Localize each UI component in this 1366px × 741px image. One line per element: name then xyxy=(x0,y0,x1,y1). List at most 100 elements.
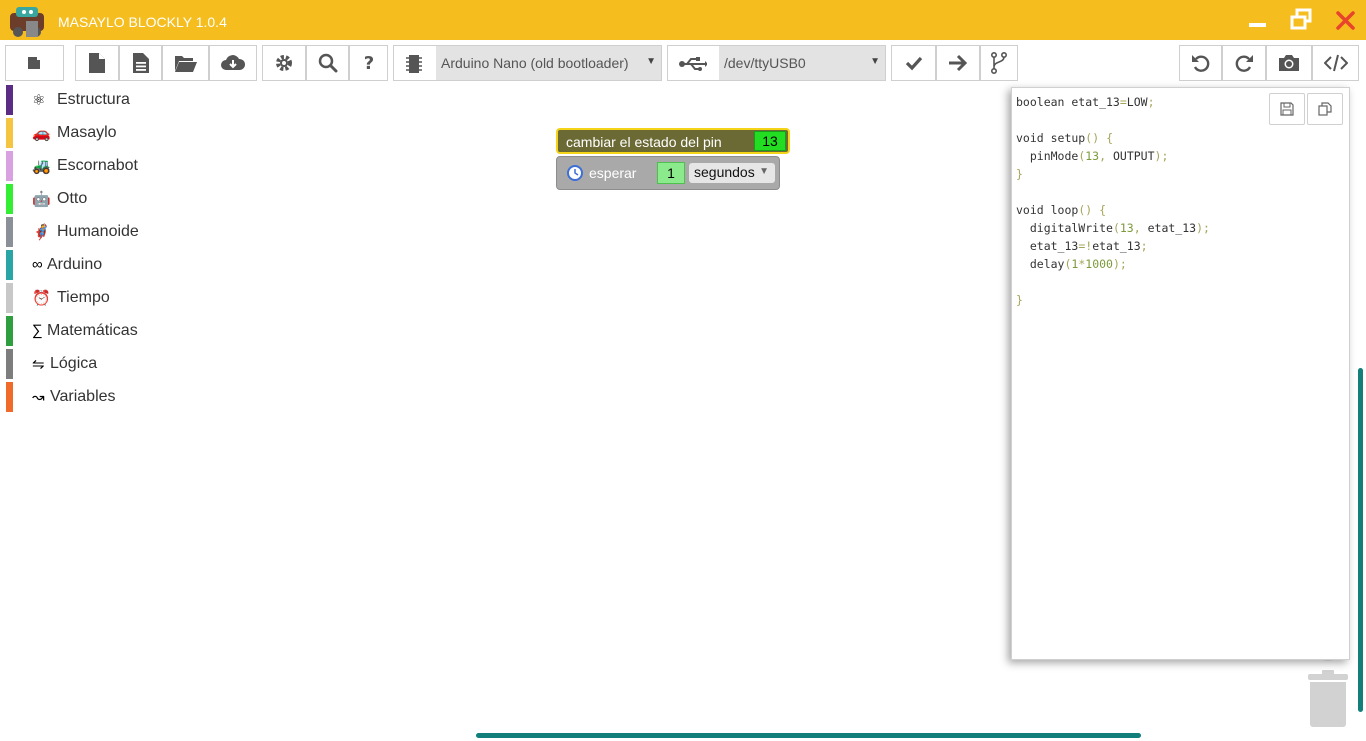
search-button[interactable] xyxy=(306,45,349,81)
undo-icon xyxy=(1191,55,1209,72)
robot-icon: 🤖 xyxy=(32,191,51,208)
category-color-bar xyxy=(6,217,13,247)
pin-number-field[interactable]: 13 xyxy=(754,131,786,151)
category-color-bar xyxy=(6,151,13,181)
arrows-icon: ⇋ xyxy=(32,356,45,373)
help-button[interactable]: ? xyxy=(349,45,388,81)
category-color-bar xyxy=(6,184,13,214)
copy-icon xyxy=(1318,102,1332,116)
category-label: Tiempo xyxy=(57,289,110,306)
category-label: Humanoide xyxy=(57,223,139,240)
category-label: Estructura xyxy=(57,91,130,108)
sigma-icon: ∑ xyxy=(32,322,43,339)
category-masaylo[interactable]: 🚗 Masaylo xyxy=(0,118,200,148)
copy-code-button[interactable] xyxy=(1307,93,1343,125)
wait-label: esperar xyxy=(589,165,637,181)
category-humanoide[interactable]: 🦸 Humanoide xyxy=(0,217,200,247)
category-color-bar xyxy=(6,250,13,280)
blocks-button[interactable] xyxy=(5,45,64,81)
code-line: delay(1*1000); xyxy=(1016,257,1127,271)
undo-button[interactable] xyxy=(1179,45,1222,81)
chevron-down-icon: ▼ xyxy=(646,56,656,67)
category-arduino[interactable]: ∞ Arduino xyxy=(0,250,200,280)
wait-value-field[interactable]: 1 xyxy=(657,162,685,184)
close-icon xyxy=(1336,11,1355,30)
app-title: MASAYLO BLOCKLY 1.0.4 xyxy=(58,14,227,30)
minimize-icon xyxy=(1249,23,1266,27)
close-button[interactable] xyxy=(1331,6,1361,36)
robot-logo-icon xyxy=(10,7,44,37)
category-tiempo[interactable]: ⏰ Tiempo xyxy=(0,283,200,313)
category-escornabot[interactable]: 🚜 Escornabot xyxy=(0,151,200,181)
blocks-icon xyxy=(27,57,40,69)
restore-button[interactable] xyxy=(1287,6,1317,36)
category-variables[interactable]: ↝ Variables xyxy=(0,382,200,412)
search-icon xyxy=(318,53,337,73)
screenshot-button[interactable] xyxy=(1266,45,1312,81)
toggle-pin-block[interactable]: cambiar el estado del pin 13 xyxy=(556,128,790,154)
category-label: Arduino xyxy=(47,256,103,273)
vertical-scrollbar[interactable] xyxy=(1358,368,1363,712)
new-file-button[interactable] xyxy=(75,45,119,81)
category-label: Otto xyxy=(57,190,88,207)
cloud-download-icon xyxy=(221,55,246,70)
category-color-bar xyxy=(6,349,13,379)
category-color-bar xyxy=(6,316,13,346)
cloud-download-button[interactable] xyxy=(209,45,257,81)
code-line: } xyxy=(1016,293,1023,307)
category-logica[interactable]: ⇋ Lógica xyxy=(0,349,200,379)
gear-icon xyxy=(276,55,292,71)
settings-button[interactable] xyxy=(262,45,306,81)
toggle-pin-label: cambiar el estado del pin xyxy=(566,134,722,150)
new-file-icon xyxy=(89,53,105,73)
chip-icon xyxy=(406,55,422,73)
usb-icon xyxy=(679,57,707,71)
trash-icon[interactable] xyxy=(1306,670,1350,728)
horizontal-scrollbar[interactable] xyxy=(476,733,1141,738)
category-estructura[interactable]: ⚛ Estructura xyxy=(0,85,200,115)
clock-icon xyxy=(567,165,583,181)
category-color-bar xyxy=(6,85,13,115)
save-icon xyxy=(1280,102,1294,116)
port-select-value: /dev/ttyUSB0 xyxy=(724,55,806,71)
category-color-bar xyxy=(6,382,13,412)
category-color-bar xyxy=(6,283,13,313)
save-code-button[interactable] xyxy=(1269,93,1305,125)
open-folder-icon xyxy=(174,56,197,72)
restore-icon xyxy=(1290,8,1312,30)
category-color-bar xyxy=(6,118,13,148)
category-matematicas[interactable]: ∑ Matemáticas xyxy=(0,316,200,346)
code-line: pinMode(13, OUTPUT); xyxy=(1016,149,1169,163)
svg-text:?: ? xyxy=(363,53,373,73)
code-line: etat_13=!etat_13; xyxy=(1016,239,1148,253)
minimize-button[interactable] xyxy=(1243,6,1273,36)
wave-arrow-icon: ↝ xyxy=(32,389,45,406)
car-icon: 🚗 xyxy=(32,125,51,142)
category-label: Masaylo xyxy=(57,124,117,141)
check-icon xyxy=(905,56,922,71)
chevron-down-icon: ▼ xyxy=(759,166,769,177)
code-toggle-button[interactable] xyxy=(1312,45,1359,81)
open-folder-button[interactable] xyxy=(162,45,209,81)
redo-button[interactable] xyxy=(1222,45,1266,81)
port-select[interactable]: /dev/ttyUSB0 ▼ xyxy=(667,45,886,81)
board-select[interactable]: Arduino Nano (old bootloader) ▼ xyxy=(393,45,662,81)
time-unit-value: segundos xyxy=(694,164,755,180)
atom-icon: ⚛ xyxy=(32,92,46,109)
category-label: Escornabot xyxy=(57,157,138,174)
toolbar: ? Arduino Nano (old bootloader) ▼ /dev/t… xyxy=(0,44,1366,82)
wait-block[interactable]: esperar 1 segundos ▼ xyxy=(556,156,780,190)
git-branch-button[interactable] xyxy=(980,45,1018,81)
code-line: void setup() { xyxy=(1016,131,1113,145)
category-label: Matemáticas xyxy=(47,322,138,339)
time-unit-dropdown[interactable]: segundos ▼ xyxy=(689,163,775,183)
upload-button[interactable] xyxy=(936,45,980,81)
category-label: Lógica xyxy=(50,355,98,372)
tractor-icon: 🚜 xyxy=(32,158,51,175)
category-otto[interactable]: 🤖 Otto xyxy=(0,184,200,214)
code-view: boolean etat_13=LOW; void setup() { pinM… xyxy=(1016,93,1210,309)
camera-icon xyxy=(1279,55,1299,71)
verify-button[interactable] xyxy=(891,45,936,81)
file-text-button[interactable] xyxy=(119,45,162,81)
